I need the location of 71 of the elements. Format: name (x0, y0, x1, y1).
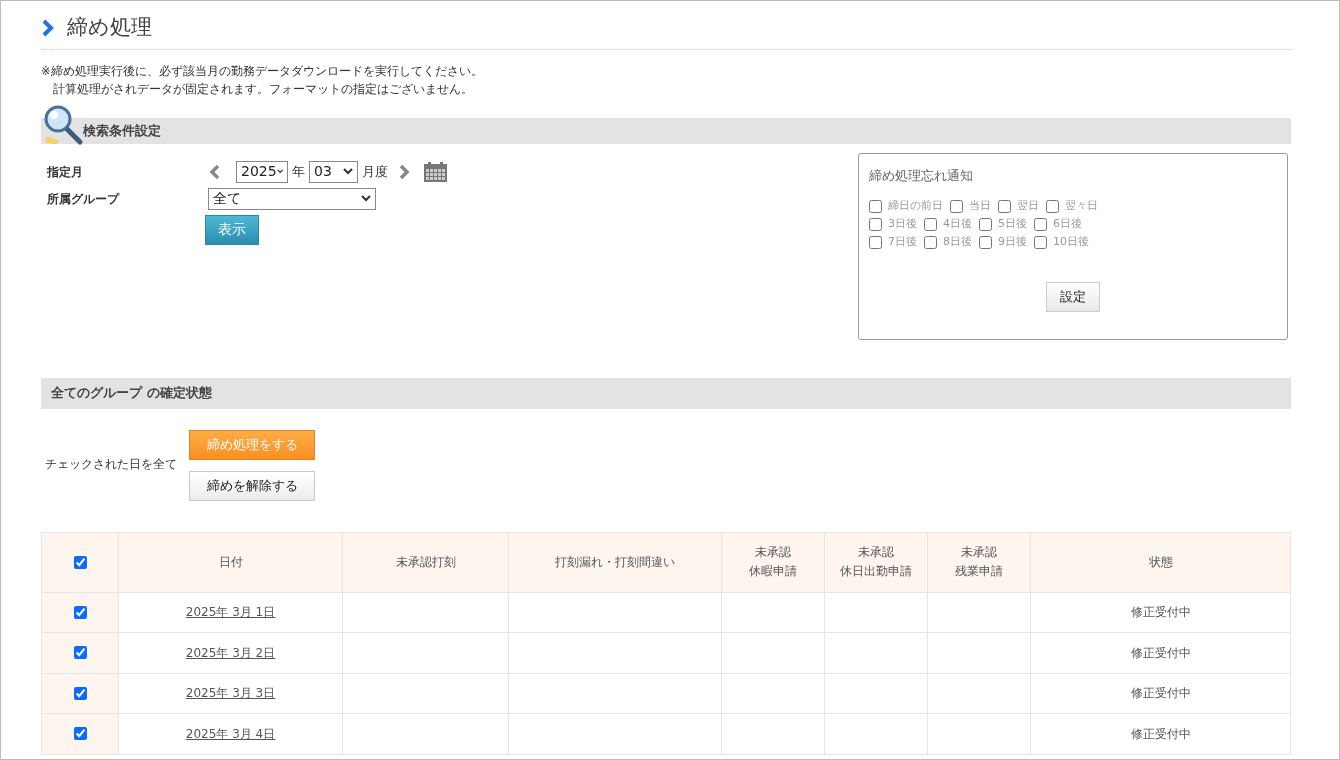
row-checkbox[interactable] (73, 605, 87, 619)
row-checkbox[interactable] (73, 686, 87, 700)
checkbox-label: 5日後 (998, 216, 1027, 232)
chevron-left-icon[interactable] (209, 163, 221, 180)
release-button[interactable]: 締めを解除する (189, 470, 315, 501)
caret-down-icon (276, 168, 283, 175)
checkbox[interactable] (950, 199, 963, 213)
column-header: 未承認打刻 (395, 553, 456, 571)
page-title: 締め処理 (67, 14, 152, 41)
column-header: 休日出勤申請 (840, 563, 912, 580)
section-title: 検索条件設定 (83, 121, 161, 140)
checkbox-label: 10日後 (1053, 234, 1089, 250)
checkbox[interactable] (924, 235, 937, 249)
panel-title: 締め処理忘れ通知 (869, 166, 974, 185)
date-link[interactable]: 2025年 3月 2日 (185, 643, 276, 662)
checkbox[interactable] (924, 217, 937, 231)
actions-label: チェックされた日を全て (45, 456, 178, 474)
field-label: 指定月 (47, 163, 84, 181)
checkbox-label: 4日後 (943, 216, 972, 232)
select-all-checkbox[interactable] (73, 555, 87, 569)
date-link[interactable]: 2025年 3月 3日 (185, 684, 276, 703)
checkbox[interactable] (869, 235, 882, 249)
checkbox-label: 9日後 (998, 234, 1027, 250)
checkbox-label: 3日後 (888, 216, 917, 232)
column-header: 打刻漏れ・打刻間違い (555, 553, 675, 571)
date-link[interactable]: 2025年 3月 1日 (185, 603, 276, 622)
magnifier-icon (42, 103, 84, 146)
checkbox[interactable] (1046, 199, 1059, 213)
checkbox[interactable] (979, 217, 992, 231)
checkbox-label: 翌々日 (1065, 198, 1098, 214)
set-button[interactable]: 設定 (1046, 282, 1100, 312)
checkbox[interactable] (998, 199, 1011, 213)
status-text: 修正受付中 (1130, 685, 1191, 703)
checkbox[interactable] (1034, 235, 1047, 249)
checkbox[interactable] (869, 217, 882, 231)
checkbox-label: 翌日 (1017, 198, 1039, 214)
calendar-icon[interactable] (424, 161, 447, 182)
checkbox[interactable] (1034, 217, 1047, 231)
status-text: 修正受付中 (1130, 604, 1191, 622)
year-dropdown[interactable]: 2025 (236, 160, 288, 183)
caret-down-icon (361, 195, 371, 202)
caret-down-icon (343, 168, 353, 175)
column-header: 未承認 (961, 544, 997, 561)
status-text: 修正受付中 (1130, 644, 1191, 662)
date-link[interactable]: 2025年 3月 4日 (185, 724, 276, 743)
column-header: 残業申請 (955, 563, 1003, 580)
checkbox[interactable] (869, 199, 882, 213)
month-dropdown[interactable]: 03 (309, 160, 358, 183)
column-header: 休暇申請 (749, 563, 797, 580)
column-header: 未承認 (755, 544, 791, 561)
row-checkbox[interactable] (73, 646, 87, 660)
checkbox-label: 締日の前日 (888, 198, 943, 214)
checkbox-label: 8日後 (943, 234, 972, 250)
section-title: 全てのグループ の確定状態 (51, 384, 212, 403)
checkbox-label: 当日 (969, 198, 991, 214)
field-label: 所属グループ (47, 190, 121, 208)
column-header: 日付 (218, 553, 243, 571)
chevron-right-icon[interactable] (398, 163, 410, 180)
unit-label: 月度 (362, 162, 388, 181)
status-text: 修正受付中 (1130, 725, 1191, 743)
row-checkbox[interactable] (73, 727, 87, 741)
chevron-right-icon (41, 18, 55, 37)
checkbox[interactable] (979, 235, 992, 249)
column-header: 未承認 (858, 544, 894, 561)
column-header: 状態 (1148, 553, 1173, 571)
checkbox-label: 6日後 (1053, 216, 1082, 232)
checkbox-label: 7日後 (888, 234, 917, 250)
unit-label: 年 (292, 162, 305, 181)
note-text: 計算処理がされデータが固定されます。フォーマットの指定はございません。 (52, 80, 474, 98)
note-text: ※締め処理実行後に、必ず該当月の勤務データダウンロードを実行してください。 (41, 62, 484, 80)
group-dropdown[interactable]: 全て (208, 187, 376, 210)
